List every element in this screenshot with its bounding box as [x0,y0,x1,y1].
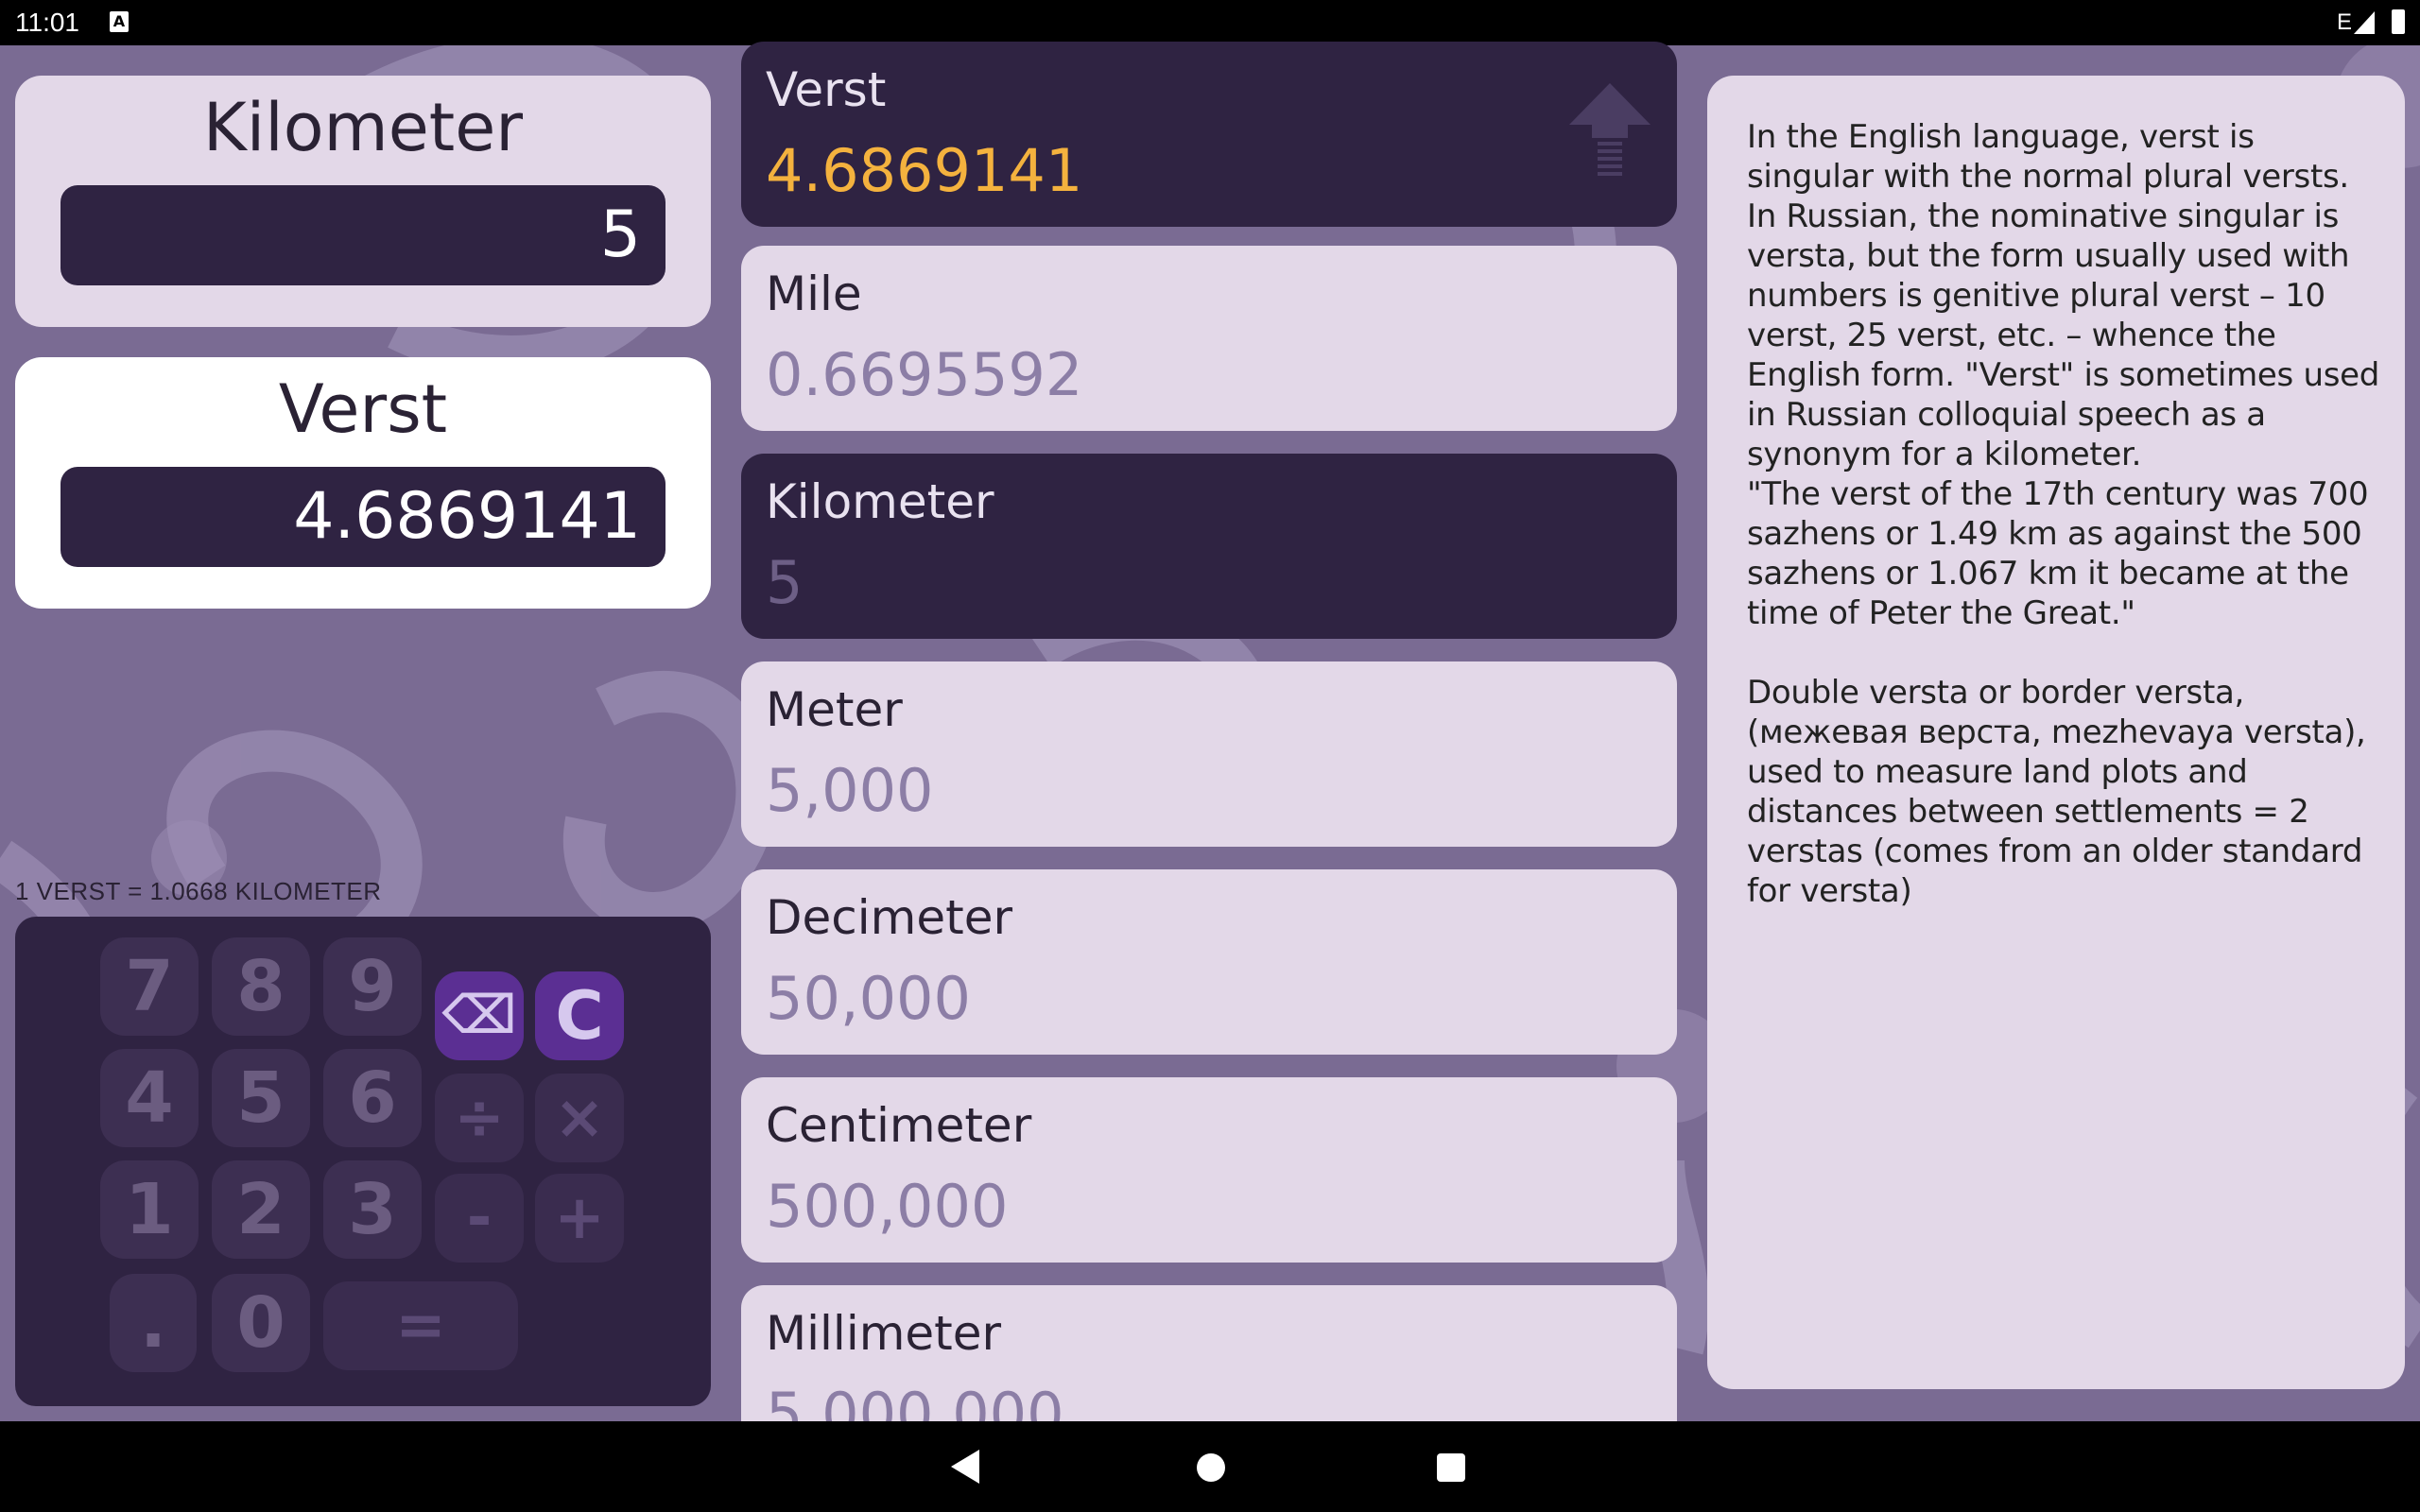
unit-row-value: 50,000 [766,964,971,1033]
unit-row-centimeter[interactable]: Centimeter 500,000 [741,1077,1677,1263]
description-paragraph: In the English language, verst is singul… [1747,118,2380,473]
notification-a-icon: A [110,11,129,32]
key-9[interactable]: 9 [323,937,422,1036]
description-paragraph: "The verst of the 17th century was 700 s… [1747,475,2369,632]
unit-description-panel: In the English language, verst is singul… [1707,76,2405,1389]
navigation-bar [0,1421,2420,1512]
unit-row-value: 5 [766,548,804,617]
target-unit-card[interactable]: Verst 4.6869141 [15,357,711,609]
unit-row-value: 5,000 [766,756,934,825]
source-unit-title[interactable]: Kilometer [15,89,711,166]
signal-icon [2354,11,2375,34]
unit-row-name: Mile [766,266,862,321]
home-icon[interactable] [1197,1453,1225,1482]
source-unit-card[interactable]: Kilometer 5 [15,76,711,327]
battery-icon [2392,9,2405,34]
unit-row-name: Meter [766,682,903,737]
key-0[interactable]: 0 [212,1274,310,1372]
unit-row-meter[interactable]: Meter 5,000 [741,662,1677,847]
clear-button[interactable]: C [535,971,624,1060]
key-6[interactable]: 6 [323,1049,422,1147]
back-icon[interactable] [951,1450,979,1484]
key-8[interactable]: 8 [212,937,310,1036]
key-5[interactable]: 5 [212,1049,310,1147]
key-1[interactable]: 1 [100,1160,199,1259]
unit-row-value: 500,000 [766,1172,1009,1241]
minus-button[interactable]: - [435,1174,524,1263]
key-3[interactable]: 3 [323,1160,422,1259]
source-value-input[interactable]: 5 [60,185,666,285]
unit-row-verst[interactable]: Verst 4.6869141 [741,42,1677,227]
unit-row-name: Verst [766,62,887,117]
multiply-button[interactable]: × [535,1074,624,1162]
unit-row-mile[interactable]: Mile 0.6695592 [741,246,1677,431]
divide-button[interactable]: ÷ [435,1074,524,1162]
status-time: 11:01 [15,8,79,37]
target-value-output[interactable]: 4.6869141 [60,467,666,567]
unit-row-value: 4.6869141 [766,136,1083,205]
description-paragraph: Double versta or border versta, (межевая… [1747,674,2366,910]
unit-row-name: Kilometer [766,474,994,529]
unit-row-value: 5,000,000 [766,1380,1064,1421]
key-2[interactable]: 2 [212,1160,310,1259]
key-decimal[interactable]: . [110,1274,197,1372]
recent-apps-icon[interactable] [1437,1453,1465,1482]
unit-row-millimeter[interactable]: Millimeter 5,000,000 [741,1285,1677,1421]
unit-row-name: Centimeter [766,1098,1032,1153]
status-bar: 11:01 A E [0,0,2420,45]
arrow-up-icon[interactable] [1567,83,1652,181]
equals-button[interactable]: = [323,1281,518,1370]
conversion-ratio-text: 1 VERST = 1.0668 KILOMETER [15,877,382,905]
target-unit-title[interactable]: Verst [15,370,711,448]
key-4[interactable]: 4 [100,1049,199,1147]
backspace-button[interactable]: ⌫ [435,971,524,1060]
unit-row-value: 0.6695592 [766,340,1083,409]
network-type-indicator: E [2336,9,2352,35]
key-7[interactable]: 7 [100,937,199,1036]
unit-row-decimeter[interactable]: Decimeter 50,000 [741,869,1677,1055]
unit-row-kilometer[interactable]: Kilometer 5 [741,454,1677,639]
calculator-keypad: 7 8 9 ⌫ C 4 5 6 ÷ × 1 2 3 - + . 0 = [15,917,711,1406]
plus-button[interactable]: + [535,1174,624,1263]
unit-row-name: Decimeter [766,890,1013,945]
unit-row-name: Millimeter [766,1306,1002,1361]
